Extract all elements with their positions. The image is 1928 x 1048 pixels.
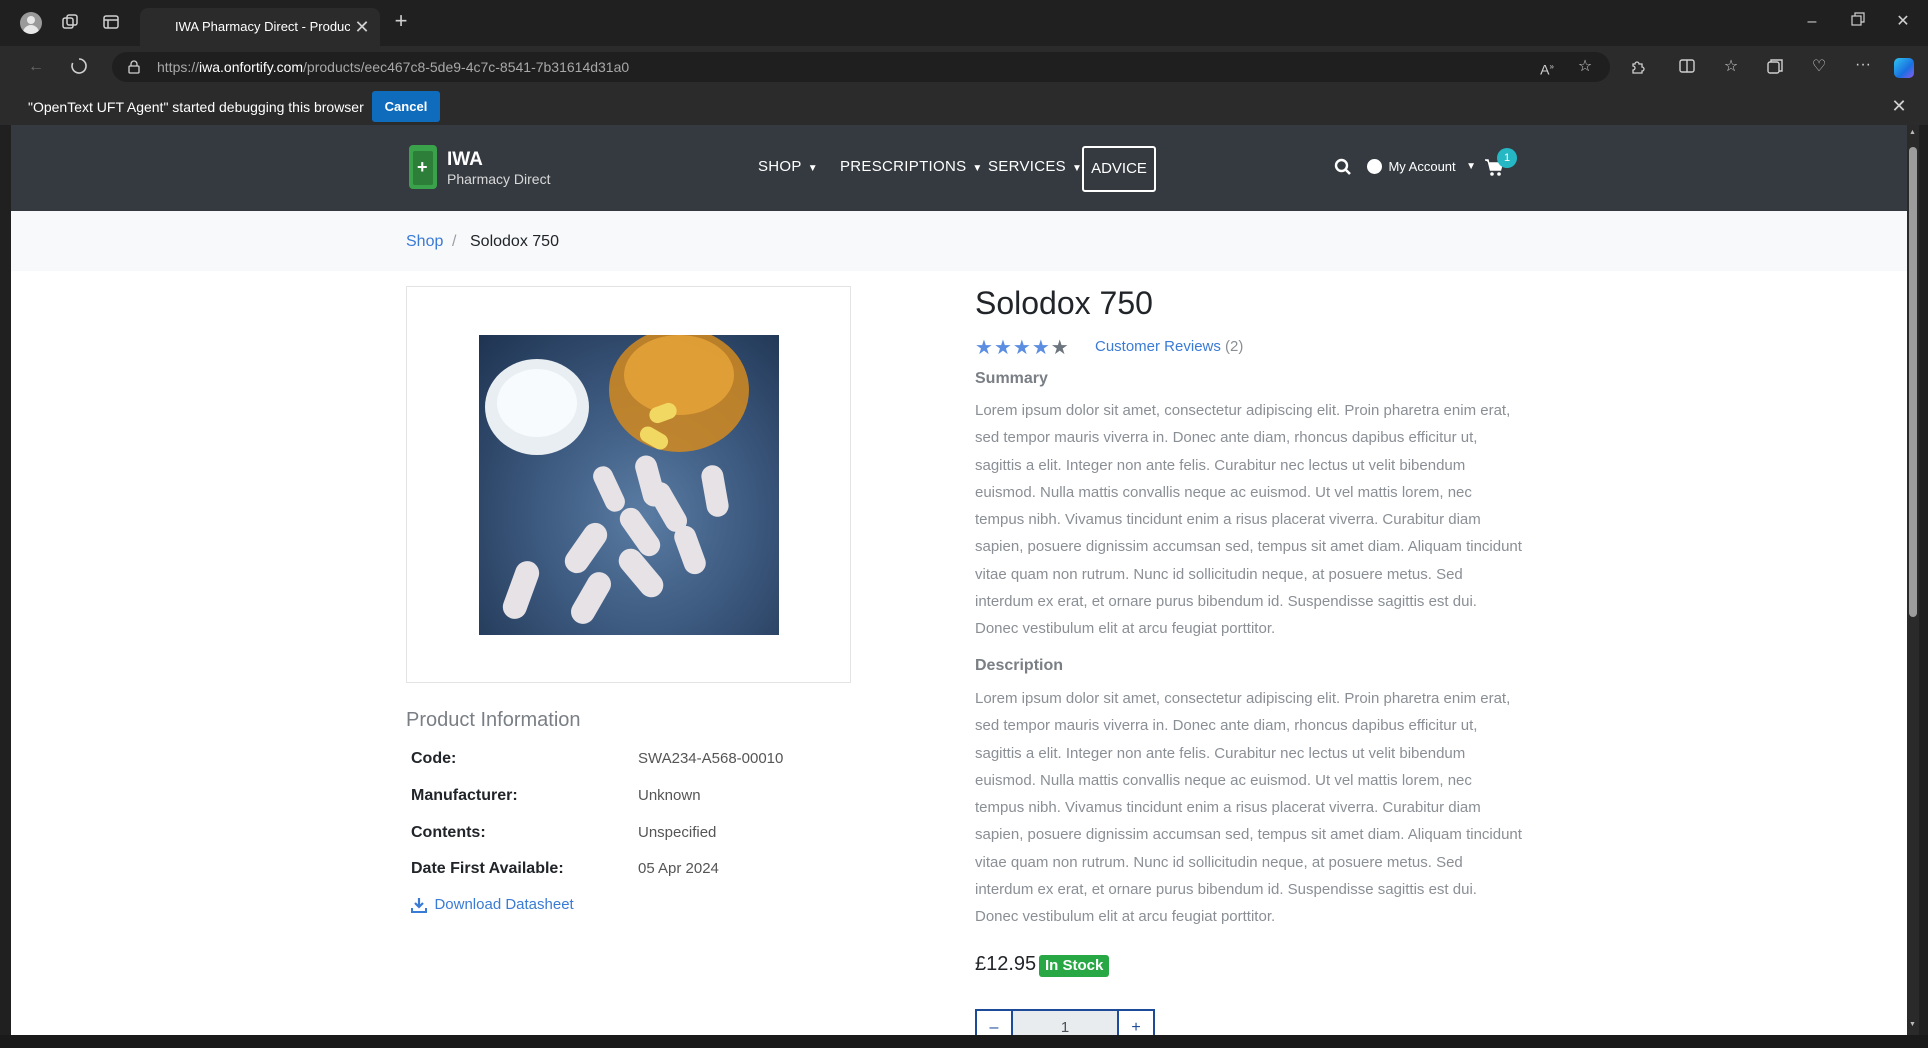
stock-badge: In Stock	[1039, 955, 1110, 977]
product-info-heading: Product Information	[406, 709, 581, 731]
nav-prescriptions[interactable]: PRESCRIPTIONS ▼	[840, 158, 983, 175]
star-icon: ★	[1012, 337, 1031, 359]
contents-value: Unspecified	[638, 824, 717, 841]
product-image[interactable]	[479, 335, 779, 635]
breadcrumb-shop-link[interactable]: Shop	[406, 233, 443, 251]
contents-label: Contents:	[411, 824, 486, 841]
scroll-up-arrow-icon[interactable]: ▲	[1909, 129, 1916, 136]
chevron-down-icon: ▼	[807, 163, 818, 174]
nav-shop-label: SHOP	[758, 158, 802, 175]
quantity-increase-button[interactable]: +	[1117, 1009, 1155, 1035]
infobar-text: "OpenText UFT Agent" started debugging t…	[28, 99, 364, 115]
profile-avatar-icon[interactable]	[20, 12, 42, 34]
url-path: /products/eec467c8-5de9-4c7c-8541-7b3161…	[303, 59, 630, 75]
split-screen-icon[interactable]	[1677, 57, 1697, 81]
vertical-tabs-icon[interactable]	[101, 13, 121, 33]
nav-services-label: SERVICES	[988, 158, 1066, 175]
site-header: + IWA Pharmacy Direct SHOP ▼ PRESCRIPTION…	[11, 125, 1907, 211]
lock-icon[interactable]	[128, 60, 140, 74]
breadcrumb: Shop / Solodox 750	[11, 211, 1907, 271]
browser-essentials-icon[interactable]: ♡	[1809, 57, 1829, 77]
rating-stars: ★★★★★	[975, 335, 1070, 360]
breadcrumb-separator: /	[452, 233, 457, 250]
download-icon	[411, 897, 427, 913]
infobar-close-icon[interactable]: ✕	[1889, 96, 1909, 116]
favorite-star-icon[interactable]: ☆	[1575, 57, 1595, 77]
read-aloud-icon[interactable]: A»	[1537, 57, 1557, 80]
date-label: Date First Available:	[411, 860, 564, 877]
account-menu[interactable]: My Account ▼	[1367, 158, 1476, 178]
nav-prescriptions-label: PRESCRIPTIONS	[840, 158, 967, 175]
browser-tab-bar: IWA Pharmacy Direct - Product : ✕ + – ✕	[0, 0, 1928, 46]
manufacturer-label: Manufacturer:	[411, 787, 518, 804]
debug-infobar: "OpenText UFT Agent" started debugging t…	[0, 88, 1928, 125]
date-value: 05 Apr 2024	[638, 860, 719, 877]
nav-shop[interactable]: SHOP ▼	[758, 158, 818, 175]
star-icon: ★	[1031, 337, 1050, 359]
url-prefix: https://	[157, 59, 200, 75]
logo-subtitle: Pharmacy Direct	[447, 171, 551, 187]
tab-favicon	[152, 20, 166, 34]
nav-services[interactable]: SERVICES ▼	[988, 158, 1082, 175]
scroll-down-arrow-icon[interactable]: ▼	[1909, 1021, 1916, 1028]
quantity-input[interactable]: 1	[1013, 1009, 1117, 1035]
infobar-cancel-button[interactable]: Cancel	[372, 91, 440, 122]
taskbar-edge	[0, 1035, 1928, 1048]
page-scrollbar[interactable]: ▲ ▼	[1907, 125, 1919, 1035]
extensions-icon[interactable]	[1628, 57, 1648, 81]
breadcrumb-current: Solodox 750	[470, 233, 559, 250]
tab-close-icon[interactable]: ✕	[352, 17, 372, 37]
price: £12.95	[975, 953, 1037, 975]
description-heading: Description	[975, 657, 1064, 674]
minimize-icon[interactable]: –	[1802, 12, 1822, 32]
settings-more-icon[interactable]: ···	[1853, 55, 1873, 75]
url-field[interactable]: https://iwa.onfortify.com/products/eec46…	[112, 52, 1610, 82]
window-close-icon[interactable]: ✕	[1893, 12, 1913, 32]
search-icon[interactable]	[1334, 158, 1352, 176]
account-label: My Account	[1388, 159, 1456, 175]
customer-reviews-link[interactable]: Customer Reviews (2)	[1095, 338, 1243, 355]
chevron-down-icon: ▼	[1466, 161, 1477, 173]
restore-icon[interactable]	[1848, 12, 1868, 32]
back-icon[interactable]: ←	[25, 57, 47, 77]
active-tab[interactable]: IWA Pharmacy Direct - Product : ✕	[140, 8, 380, 46]
star-icon: ★	[975, 337, 993, 359]
summary-text: Lorem ipsum dolor sit amet, consectetur …	[975, 402, 1522, 638]
description-text: Lorem ipsum dolor sit amet, consectetur …	[975, 690, 1522, 926]
product-title: Solodox 750	[975, 285, 1153, 321]
nav-advice[interactable]: ADVICE	[1082, 146, 1156, 192]
summary-heading: Summary	[975, 370, 1048, 387]
download-datasheet-link[interactable]: Download Datasheet	[411, 896, 574, 914]
url-domain: iwa.onfortify.com	[199, 59, 304, 75]
favorites-icon[interactable]: ☆	[1721, 57, 1741, 77]
quantity-decrease-button[interactable]: –	[975, 1009, 1013, 1035]
scrollbar-thumb[interactable]	[1909, 147, 1917, 617]
workspaces-icon[interactable]	[60, 13, 80, 33]
collections-icon[interactable]	[1765, 57, 1785, 81]
cart-count-badge: 1	[1497, 148, 1517, 168]
nav-advice-label: ADVICE	[1091, 160, 1147, 177]
product-image-card	[406, 286, 851, 683]
download-datasheet-label: Download Datasheet	[434, 896, 574, 914]
logo[interactable]: + IWA Pharmacy Direct	[409, 145, 579, 193]
tab-title: IWA Pharmacy Direct - Product :	[175, 19, 350, 34]
reviews-count: (2)	[1225, 338, 1244, 355]
manufacturer-value: Unknown	[638, 787, 701, 804]
chevron-down-icon: ▼	[972, 163, 983, 174]
page-viewport: + IWA Pharmacy Direct SHOP ▼ PRESCRIPTION…	[11, 125, 1907, 1035]
code-label: Code:	[411, 750, 457, 767]
logo-battery-icon: +	[409, 145, 437, 189]
logo-title: IWA	[447, 149, 483, 170]
new-tab-icon[interactable]: +	[390, 10, 412, 32]
code-value: SWA234-A568-00010	[638, 750, 784, 767]
chevron-down-icon: ▼	[1072, 163, 1083, 174]
reviews-label: Customer Reviews	[1095, 338, 1221, 355]
copilot-icon[interactable]	[1894, 58, 1914, 78]
star-empty-icon: ★	[1050, 337, 1069, 359]
user-circle-icon	[1367, 159, 1382, 175]
star-icon: ★	[993, 337, 1012, 359]
address-bar-row: ← https://iwa.onfortify.com/products/eec…	[0, 46, 1928, 88]
loading-stop-icon[interactable]	[68, 57, 90, 81]
